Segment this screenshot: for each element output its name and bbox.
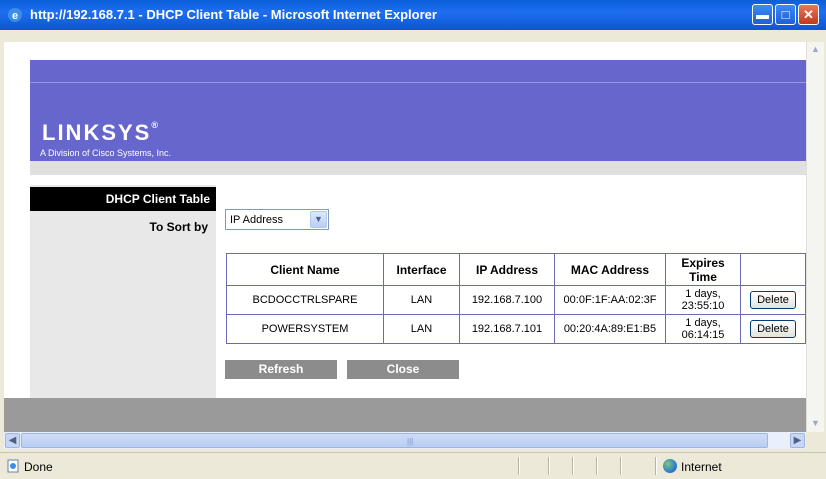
delete-button[interactable]: Delete bbox=[750, 320, 796, 338]
cell-action: Delete bbox=[740, 314, 806, 344]
window-title: http://192.168.7.1 - DHCP Client Table -… bbox=[30, 7, 437, 22]
table-row: POWERSYSTEM LAN 192.168.7.101 00:20:4A:8… bbox=[226, 314, 806, 344]
left-nav-panel bbox=[30, 185, 216, 398]
delete-button[interactable]: Delete bbox=[750, 291, 796, 309]
dhcp-client-table: Client Name Interface IP Address MAC Add… bbox=[226, 253, 806, 344]
cell-action: Delete bbox=[740, 285, 806, 315]
banner-strip bbox=[30, 161, 806, 175]
status-separator bbox=[518, 457, 519, 475]
expires-days: 1 days, bbox=[685, 288, 721, 300]
table-row: BCDOCCTRLSPARE LAN 192.168.7.100 00:0F:1… bbox=[226, 285, 806, 315]
sort-label: To Sort by bbox=[149, 220, 208, 234]
linksys-banner: LINKSYS® A Division of Cisco Systems, In… bbox=[30, 59, 806, 162]
title-bar: e http://192.168.7.1 - DHCP Client Table… bbox=[0, 0, 826, 30]
refresh-button[interactable]: Refresh bbox=[225, 360, 337, 379]
vertical-scrollbar[interactable]: ▲ ▼ bbox=[806, 42, 824, 432]
scroll-up-icon[interactable]: ▲ bbox=[808, 42, 823, 57]
linksys-logo: LINKSYS® bbox=[42, 120, 158, 146]
globe-icon bbox=[663, 459, 677, 473]
cell-interface: LAN bbox=[383, 285, 460, 315]
page-footer-bar bbox=[4, 398, 806, 432]
status-text: Done bbox=[24, 460, 53, 474]
svg-text:e: e bbox=[12, 10, 18, 22]
status-separator bbox=[548, 457, 549, 475]
status-separator bbox=[596, 457, 597, 475]
horizontal-scrollbar[interactable]: ◀ ||| ▶ bbox=[4, 432, 806, 449]
page-content: LINKSYS® A Division of Cisco Systems, In… bbox=[4, 42, 806, 432]
close-window-button[interactable]: ✕ bbox=[798, 4, 819, 25]
close-icon: ✕ bbox=[803, 7, 814, 22]
status-bar: Done Internet bbox=[0, 452, 826, 479]
header-interface: Interface bbox=[383, 253, 460, 286]
status-separator bbox=[655, 457, 656, 475]
logo-text: LINKSYS bbox=[42, 120, 152, 145]
sort-select-value: IP Address bbox=[230, 214, 283, 226]
cell-ip-address: 192.168.7.101 bbox=[459, 314, 555, 344]
expires-clock: 06:14:15 bbox=[681, 329, 725, 341]
maximize-button[interactable]: □ bbox=[775, 4, 796, 25]
chevron-down-icon[interactable]: ▼ bbox=[310, 211, 327, 228]
close-button[interactable]: Close bbox=[347, 360, 459, 379]
header-mac-address: MAC Address bbox=[554, 253, 666, 286]
expires-days: 1 days, bbox=[685, 317, 721, 329]
sort-select[interactable]: IP Address ▼ bbox=[225, 209, 329, 230]
section-title-text: DHCP Client Table bbox=[105, 192, 210, 206]
header-action bbox=[740, 253, 806, 286]
cell-mac-address: 00:0F:1F:AA:02:3F bbox=[554, 285, 666, 315]
cell-expires-time: 1 days, 23:55:10 bbox=[665, 285, 741, 315]
registered-mark: ® bbox=[151, 120, 158, 130]
header-ip-address: IP Address bbox=[459, 253, 555, 286]
table-header-row: Client Name Interface IP Address MAC Add… bbox=[226, 253, 806, 286]
grip-icon: ||| bbox=[407, 437, 414, 446]
banner-divider bbox=[30, 82, 806, 83]
status-separator bbox=[620, 457, 621, 475]
minimize-icon: ▬ bbox=[756, 7, 769, 22]
cell-mac-address: 00:20:4A:89:E1:B5 bbox=[554, 314, 666, 344]
cell-ip-address: 192.168.7.100 bbox=[459, 285, 555, 315]
maximize-icon: □ bbox=[781, 7, 790, 22]
status-separator bbox=[572, 457, 573, 475]
cell-interface: LAN bbox=[383, 314, 460, 344]
cell-expires-time: 1 days, 06:14:15 bbox=[665, 314, 741, 344]
scroll-down-icon[interactable]: ▼ bbox=[808, 416, 823, 431]
section-title: DHCP Client Table bbox=[30, 187, 216, 211]
scroll-right-icon[interactable]: ▶ bbox=[790, 433, 805, 448]
page-icon bbox=[7, 459, 19, 473]
header-expires-time: Expires Time bbox=[665, 253, 741, 286]
cell-client-name: BCDOCCTRLSPARE bbox=[226, 285, 384, 315]
ie-icon: e bbox=[8, 8, 22, 22]
logo-tagline: A Division of Cisco Systems, Inc. bbox=[40, 148, 172, 158]
minimize-button[interactable]: ▬ bbox=[752, 4, 773, 25]
header-client-name: Client Name bbox=[226, 253, 384, 286]
top-gap bbox=[4, 42, 806, 60]
scroll-left-icon[interactable]: ◀ bbox=[5, 433, 20, 448]
scroll-thumb[interactable]: ||| bbox=[21, 433, 768, 448]
expires-clock: 23:55:10 bbox=[681, 300, 725, 312]
cell-client-name: POWERSYSTEM bbox=[226, 314, 384, 344]
security-zone: Internet bbox=[681, 460, 722, 474]
